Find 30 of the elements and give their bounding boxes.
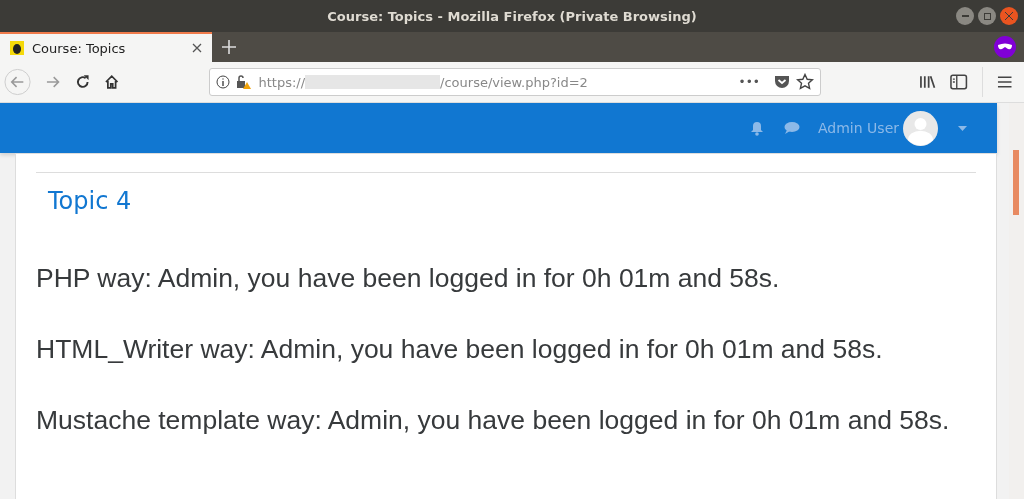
scrollbar[interactable]: [1009, 103, 1024, 499]
paragraph: PHP way: Admin, you have been logged in for 0h 01m and 58s.: [36, 263, 781, 294]
page-actions-button[interactable]: •••: [738, 75, 760, 89]
paragraph: Mustache template way: Admin, you have been logged in for 0h 01m and 58s.: [36, 405, 951, 436]
browser-tab[interactable]: Course: Topics: [0, 32, 212, 62]
scroll-thumb[interactable]: [1013, 150, 1019, 215]
maximize-button[interactable]: [978, 7, 996, 25]
favicon-icon: [10, 41, 24, 55]
sidebar-icon[interactable]: [950, 74, 968, 90]
star-icon[interactable]: [795, 73, 814, 91]
home-icon[interactable]: [104, 74, 120, 90]
paragraph: HTML_Writer way: Admin, you have been logged in for 0h 01m and 58s.: [36, 334, 884, 365]
pocket-icon[interactable]: [773, 75, 790, 89]
address-bar[interactable]: https:// /course/view.php?id=2 •••: [209, 68, 821, 96]
reload-icon[interactable]: [74, 74, 90, 90]
lock-warning-icon: [236, 74, 253, 90]
mask-icon: [994, 36, 1016, 58]
window-title: Course: Topics - Mozilla Firefox (Private Browsing): [327, 8, 697, 24]
info-icon[interactable]: [216, 75, 231, 89]
section-title[interactable]: Topic 4: [48, 187, 976, 215]
close-tab-icon[interactable]: [192, 43, 202, 53]
menu-icon[interactable]: [996, 75, 1012, 89]
avatar-icon[interactable]: [903, 110, 938, 146]
close-button[interactable]: [1000, 7, 1018, 25]
url-path: /course/view.php?id=2: [440, 74, 588, 90]
url-scheme: https://: [258, 74, 306, 90]
library-icon[interactable]: [918, 74, 937, 90]
minimize-button[interactable]: [956, 7, 974, 25]
forward-icon[interactable]: [45, 74, 61, 90]
new-tab-icon[interactable]: [222, 40, 236, 54]
